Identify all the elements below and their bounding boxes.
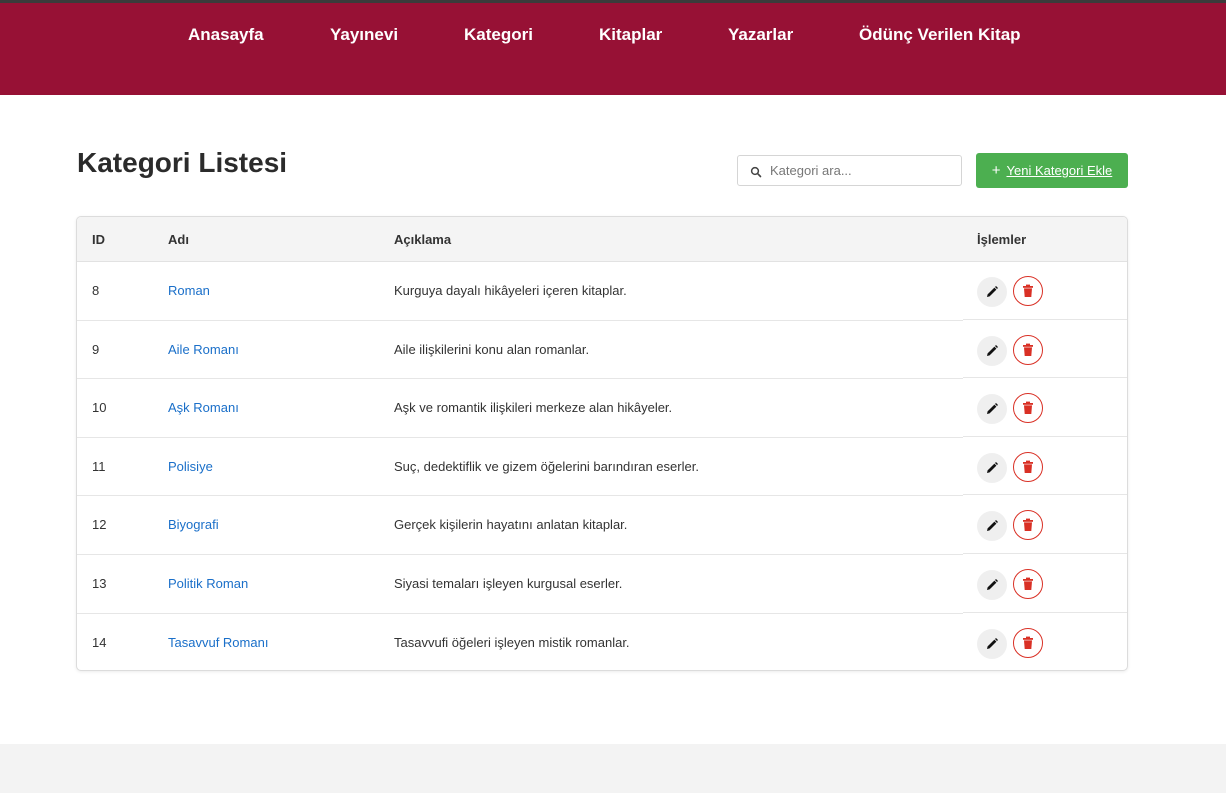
edit-button[interactable] (977, 628, 1007, 659)
edit-button[interactable] (977, 277, 1007, 307)
row-category-name-link[interactable]: Biyografi (168, 517, 219, 532)
row-divider (963, 435, 1127, 437)
row-category-name-link[interactable]: Polisiye (168, 459, 213, 474)
row-category-name-link[interactable]: Roman (168, 283, 210, 298)
nav-item-kitaplar[interactable]: Kitaplar (599, 25, 662, 45)
row-id: 12 (92, 517, 107, 533)
delete-button[interactable] (1013, 393, 1043, 424)
table-row: 10 Aşk Romanı Aşk ve romantik ilişkileri m… (77, 379, 1127, 438)
header-actions: İşlemler (977, 232, 1027, 247)
add-category-button[interactable]: + Yeni Kategori Ekle (976, 153, 1128, 188)
edit-button[interactable] (977, 511, 1007, 542)
row-category-name-link[interactable]: Tasavvuf Romanı (168, 635, 268, 650)
table-row: 12 Biyografi Gerçek kişilerin hayatını anl… (77, 496, 1127, 555)
header-id: ID (92, 232, 105, 247)
row-description: Tasavvufi öğeleri işleyen mistik romanla… (394, 634, 630, 650)
table-header: ID Adı Açıklama İşlemler (77, 217, 1127, 262)
table-row: 14 Tasavvuf Romanı Tasavvufi öğeleri işley… (77, 614, 1127, 670)
row-description: Gerçek kişilerin hayatını anlatan kitapl… (394, 517, 628, 533)
header-name: Adı (168, 232, 189, 247)
delete-button[interactable] (1013, 569, 1043, 599)
row-divider (963, 611, 1127, 613)
row-divider (963, 552, 1127, 554)
row-divider (963, 377, 1127, 379)
row-description: Suç, dedektiflik ve gizem öğelerini barı… (394, 458, 699, 474)
nav-item-kategori[interactable]: Kategori (464, 25, 533, 45)
row-description: Aşk ve romantik ilişkileri merkeze alan … (394, 400, 673, 416)
row-category-name-link[interactable]: Politik Roman (168, 576, 248, 591)
top-navigation-bar: Anasayfa Yayınevi Kategori Kitaplar Yaza… (0, 0, 1226, 95)
edit-button[interactable] (977, 335, 1007, 366)
table-row: 11 Polisiye Suç, dedektiflik ve gizem öğel… (77, 438, 1127, 497)
row-id: 14 (92, 634, 107, 650)
main-nav: Anasayfa Yayınevi Kategori Kitaplar Yaza… (0, 25, 1226, 49)
nav-item-odunc-verilen-kitap[interactable]: Ödünç Verilen Kitap (859, 25, 1021, 45)
row-id: 10 (92, 400, 107, 416)
row-id: 11 (92, 458, 106, 474)
delete-button[interactable] (1013, 510, 1043, 541)
edit-button[interactable] (977, 394, 1007, 425)
delete-button[interactable] (1013, 627, 1043, 658)
row-id: 13 (92, 576, 107, 591)
add-category-button-label: Yeni Kategori Ekle (1006, 163, 1113, 178)
search-input[interactable] (770, 156, 955, 185)
delete-button[interactable] (1013, 451, 1043, 482)
nav-item-yazarlar[interactable]: Yazarlar (728, 25, 793, 45)
main-content: Kategori Listesi + Yeni Kategori Ekle ID … (0, 95, 1226, 744)
header-description: Açıklama (394, 232, 452, 247)
row-id: 9 (92, 341, 100, 357)
row-divider (963, 318, 1127, 320)
row-description: Siyasi temaları işleyen kurgusal eserler… (394, 576, 623, 591)
row-category-name-link[interactable]: Aile Romanı (168, 342, 239, 357)
delete-button[interactable] (1013, 334, 1043, 365)
row-category-name-link[interactable]: Aşk Romanı (168, 400, 239, 415)
page-footer (0, 744, 1226, 793)
search-box[interactable] (737, 155, 962, 186)
page-title: Kategori Listesi (77, 147, 288, 178)
nav-item-anasayfa[interactable]: Anasayfa (188, 25, 264, 45)
row-description: Kurguya dayalı hikâyeleri içeren kitapla… (394, 283, 627, 298)
delete-button[interactable] (1013, 276, 1043, 306)
row-id: 8 (92, 283, 100, 298)
edit-button[interactable] (977, 570, 1007, 600)
table-row: 9 Aile Romanı Aile ilişkilerini konu alan … (77, 321, 1127, 380)
table-row: 13 Politik Roman Siyasi temaları işleyen k… (77, 555, 1127, 614)
edit-button[interactable] (977, 452, 1007, 483)
search-icon (750, 165, 762, 178)
row-divider (963, 494, 1127, 496)
plus-icon: + (991, 162, 1001, 179)
table-row: 8 Roman Kurguya dayalı hikâyeleri içeren k… (77, 262, 1127, 321)
nav-item-yayinevi[interactable]: Yayınevi (330, 25, 398, 45)
row-description: Aile ilişkilerini konu alan romanlar. (394, 341, 590, 357)
category-table: ID Adı Açıklama İşlemler 8 Roman Kurguya d… (76, 216, 1128, 671)
